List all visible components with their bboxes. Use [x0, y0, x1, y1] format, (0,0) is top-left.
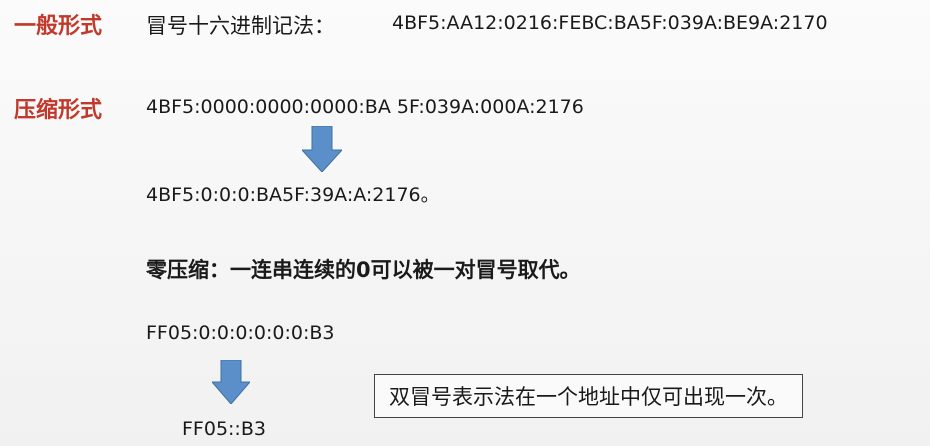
- down-arrow-icon: [302, 126, 342, 172]
- compressed-form-label: 压缩形式: [14, 98, 103, 123]
- compressed-short-address: 4BF5:0:0:0:BA5F:39A:A:2176。: [146, 184, 440, 206]
- note-box: 双冒号表示法在一个地址中仅可出现一次。: [374, 374, 803, 418]
- zero-compression-full: FF05:0:0:0:0:0:0:B3: [146, 322, 335, 344]
- general-form-desc: 冒号十六进制记法：: [146, 14, 335, 38]
- down-arrow-icon: [212, 360, 250, 404]
- compressed-full-address: 4BF5:0000:0000:0000:BA 5F:039A:000A:2176: [146, 96, 584, 118]
- zero-compression-rule: 零压缩：一连串连续的0可以被一对冒号取代。: [146, 258, 581, 282]
- general-form-label: 一般形式: [14, 14, 103, 39]
- general-form-address: 4BF5:AA12:0216:FEBC:BA5F:039A:BE9A:2170: [392, 12, 828, 34]
- zero-compression-short: FF05::B3: [182, 418, 266, 440]
- note-text: 双冒号表示法在一个地址中仅可出现一次。: [389, 385, 788, 409]
